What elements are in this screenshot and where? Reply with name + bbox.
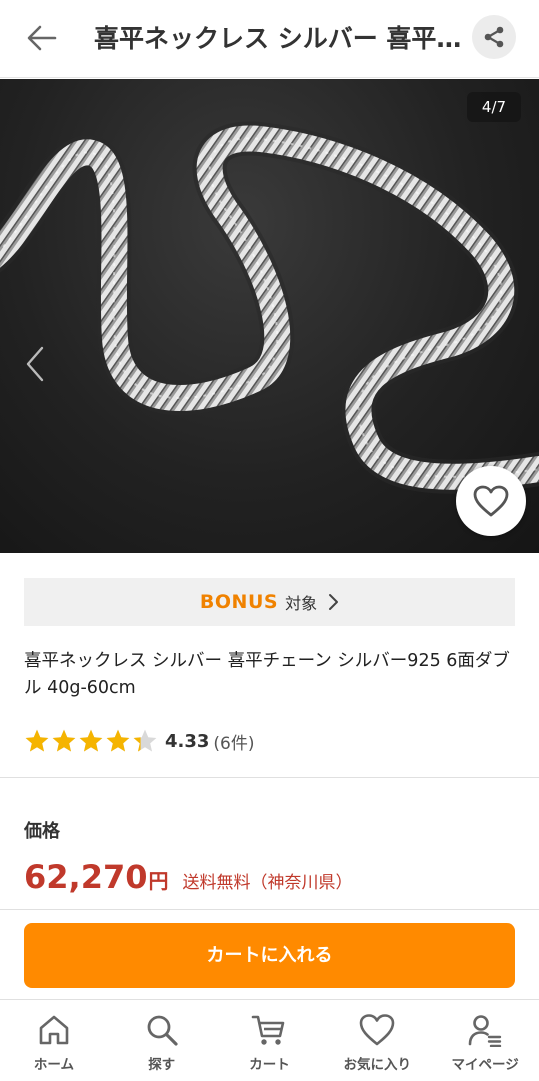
heart-icon bbox=[359, 1014, 395, 1046]
bonus-logo: BONUS bbox=[199, 591, 279, 613]
arrow-left-icon bbox=[27, 25, 57, 51]
tab-label: カート bbox=[249, 1057, 290, 1073]
search-icon bbox=[147, 1015, 178, 1046]
star-rating bbox=[24, 728, 159, 754]
share-icon bbox=[484, 26, 504, 48]
user-icon bbox=[468, 1015, 502, 1047]
tab-home[interactable]: ホーム bbox=[0, 1000, 108, 1081]
bottom-tab-bar: ホーム 探す カート お気に入り マイページ bbox=[0, 999, 539, 1081]
app-header: 喜平ネックレス シルバー 喜平チェーン シルバー925 6面ダブル 40g-60… bbox=[0, 0, 539, 78]
add-to-cart-button[interactable]: カートに入れる bbox=[24, 923, 515, 988]
tab-label: ホーム bbox=[33, 1057, 74, 1073]
star-icon bbox=[133, 729, 157, 752]
page-title: 喜平ネックレス シルバー 喜平チェーン シルバー925 6面ダブル 40g-60… bbox=[94, 24, 466, 53]
product-image-gallery[interactable] bbox=[0, 79, 539, 553]
review-count[interactable]: (6件) bbox=[213, 729, 254, 754]
product-image bbox=[0, 121, 539, 494]
home-icon bbox=[39, 1015, 69, 1045]
favorite-button[interactable] bbox=[456, 466, 526, 536]
chevron-right-icon bbox=[327, 593, 339, 611]
rating-value: 4.33 bbox=[165, 730, 210, 752]
rating-row[interactable]: 4.33 (6件) bbox=[24, 727, 255, 755]
bonus-label: 対象 bbox=[285, 594, 318, 613]
product-title: 喜平ネックレス シルバー 喜平チェーン シルバー925 6面ダブル 40g-60… bbox=[24, 651, 510, 698]
tab-label: お気に入り bbox=[343, 1057, 412, 1073]
star-icon bbox=[52, 729, 76, 752]
bonus-banner[interactable]: BONUS 対象 bbox=[24, 578, 515, 626]
divider bbox=[0, 777, 539, 778]
star-icon bbox=[79, 729, 103, 752]
tab-label: 探す bbox=[148, 1057, 176, 1073]
tab-cart[interactable]: カート bbox=[216, 1000, 324, 1081]
star-icon bbox=[25, 729, 49, 752]
price-currency: 円 bbox=[148, 869, 169, 893]
image-counter: 4/7 bbox=[467, 92, 521, 122]
price-amount: 62,270 bbox=[24, 858, 148, 896]
shipping-info: 送料無料（神奈川県） bbox=[182, 873, 353, 893]
price-label: 価格 bbox=[24, 821, 60, 842]
prev-image-button[interactable] bbox=[20, 344, 50, 384]
price-row: 62,270 円 送料無料（神奈川県） bbox=[24, 858, 352, 896]
cart-icon bbox=[252, 1015, 285, 1045]
tab-favorites[interactable]: お気に入り bbox=[323, 1000, 431, 1081]
tab-label: マイページ bbox=[451, 1057, 519, 1073]
tab-search[interactable]: 探す bbox=[108, 1000, 216, 1081]
star-icon bbox=[106, 729, 130, 752]
heart-icon bbox=[473, 485, 509, 517]
share-button[interactable] bbox=[472, 15, 516, 59]
chevron-left-icon bbox=[26, 346, 44, 382]
tab-mypage[interactable]: マイページ bbox=[431, 1000, 539, 1081]
divider bbox=[0, 909, 539, 910]
back-button[interactable] bbox=[22, 20, 62, 56]
